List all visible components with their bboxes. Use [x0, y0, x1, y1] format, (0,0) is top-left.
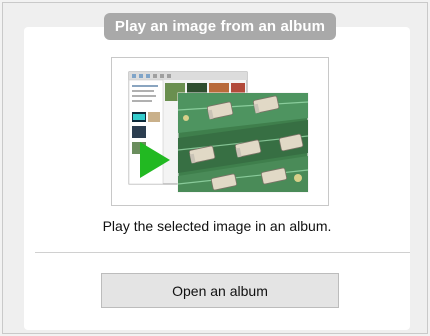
circuit-board-photo	[177, 92, 309, 193]
open-album-button[interactable]: Open an album	[101, 273, 339, 308]
album-preview	[111, 57, 329, 206]
play-description: Play the selected image in an album.	[102, 218, 332, 234]
album-preview-illustration	[128, 71, 309, 193]
section-title: Play an image from an album	[104, 13, 336, 40]
divider	[35, 252, 410, 253]
